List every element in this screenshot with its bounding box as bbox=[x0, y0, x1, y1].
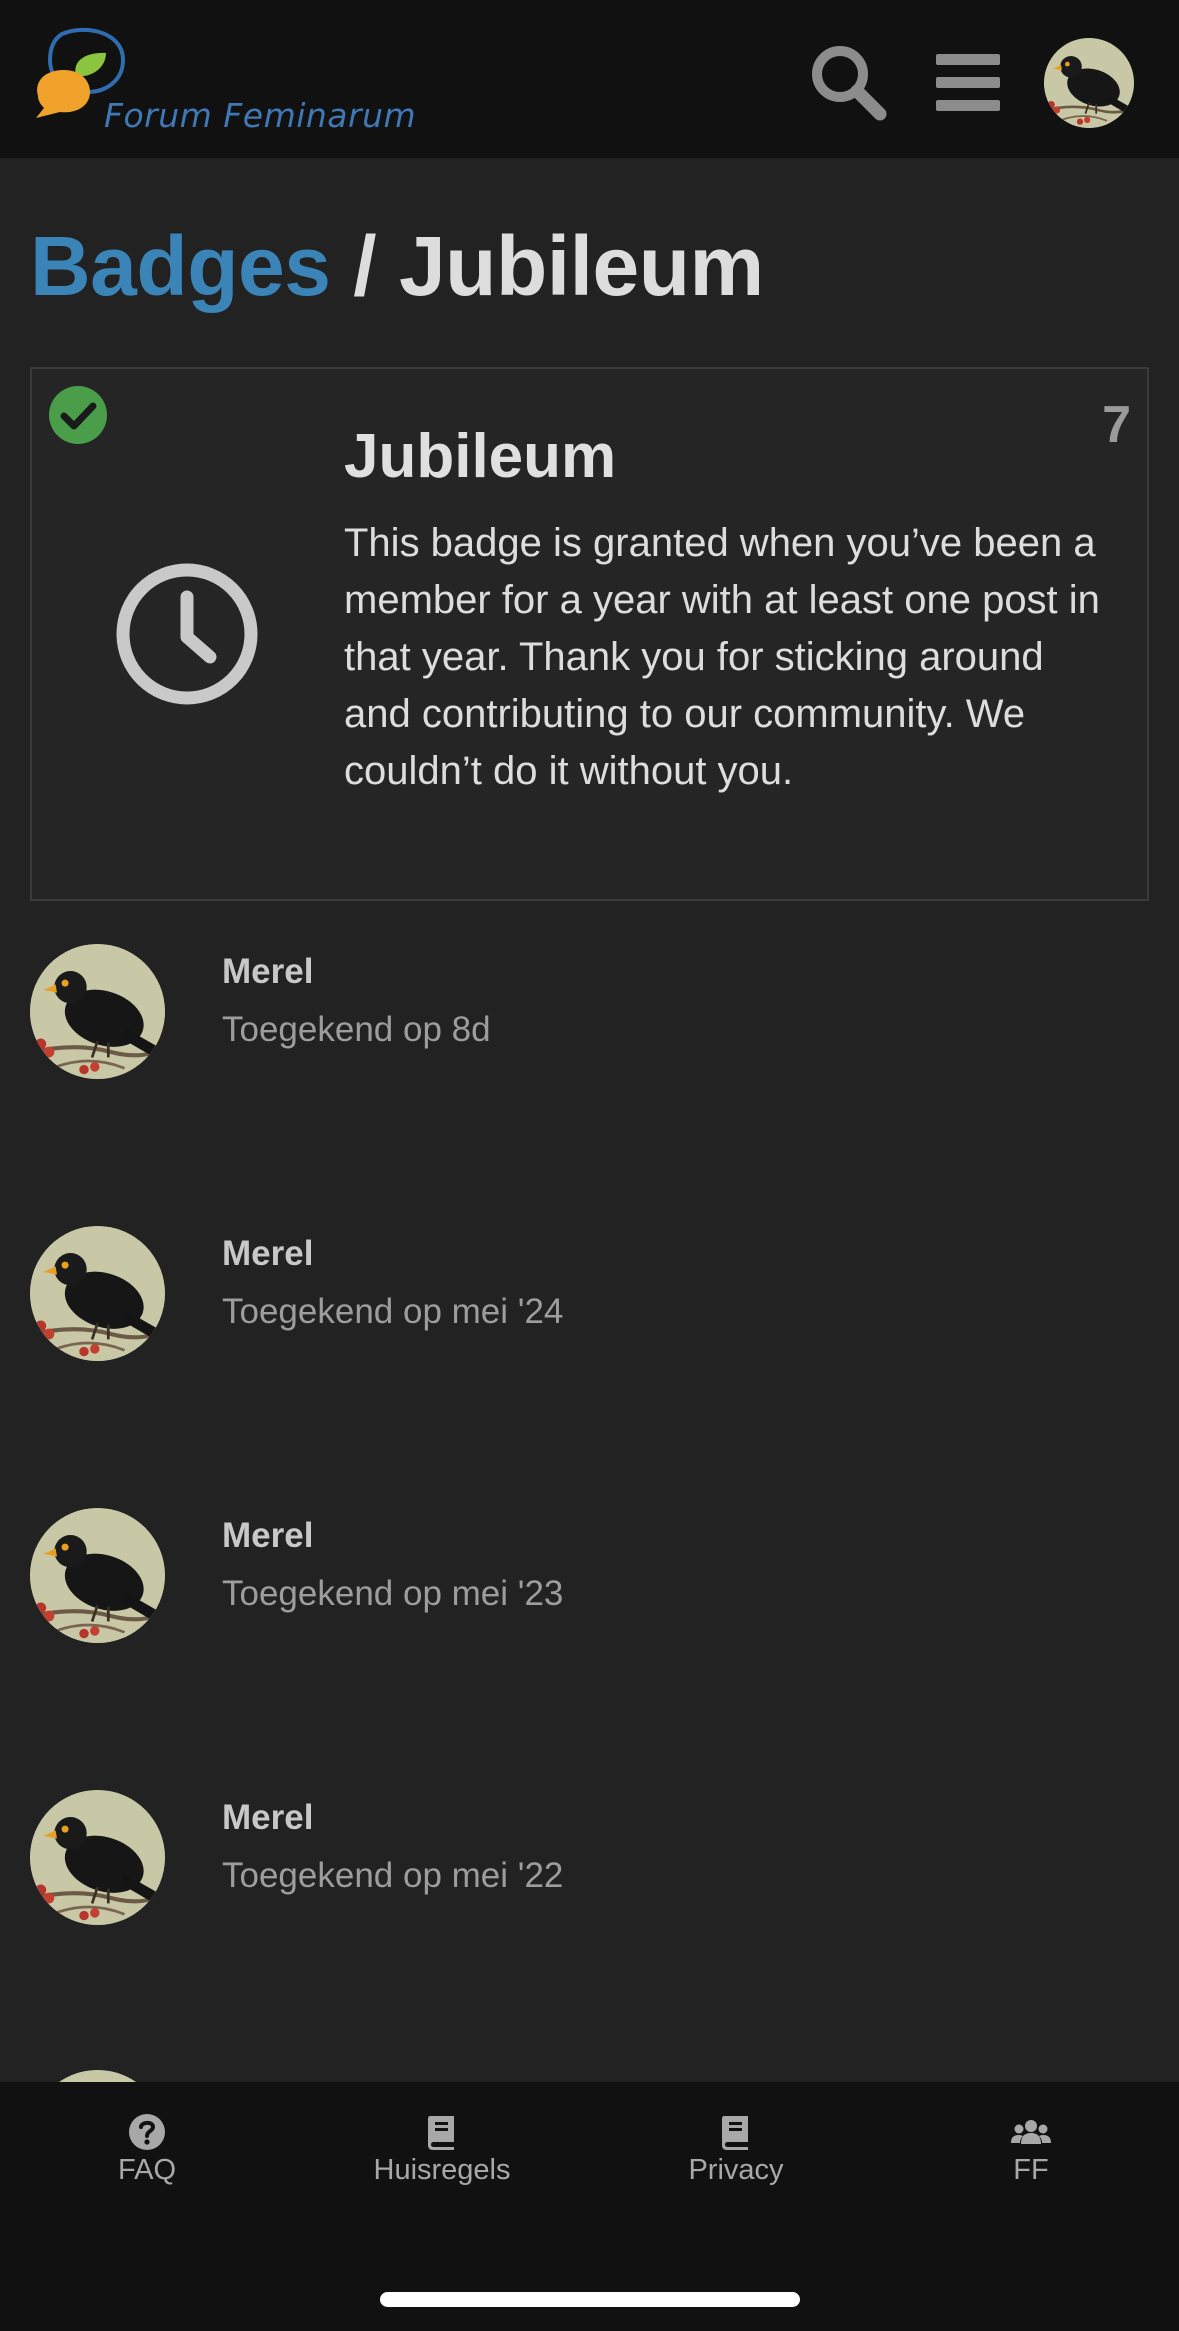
footer-label: Privacy bbox=[688, 2154, 784, 2186]
footer-link-faq[interactable]: FAQ bbox=[47, 2112, 247, 2187]
grant-date: Toegekend op mei '24 bbox=[222, 1292, 564, 1331]
badge-description: This badge is granted when you’ve been a… bbox=[344, 521, 1100, 793]
badge-name: Jubileum bbox=[344, 422, 617, 491]
username-link[interactable]: Merel bbox=[222, 1798, 313, 1838]
avatar-image bbox=[30, 1508, 165, 1643]
home-indicator[interactable] bbox=[380, 2292, 800, 2307]
avatar[interactable] bbox=[30, 944, 165, 1079]
avatar[interactable] bbox=[30, 1790, 165, 1925]
breadcrumb-current: Jubileum bbox=[398, 219, 764, 313]
top-header: Forum Feminarum bbox=[0, 0, 1179, 158]
list-item: Merel Toegekend op mei '23 bbox=[30, 1508, 1149, 1648]
breadcrumb-separator: / bbox=[353, 219, 377, 313]
username-link[interactable]: Merel bbox=[222, 952, 313, 992]
grant-date: Toegekend op mei '23 bbox=[222, 1574, 564, 1613]
avatar[interactable] bbox=[30, 1508, 165, 1643]
footer-link-ff[interactable]: FF bbox=[931, 2112, 1131, 2187]
hamburger-menu-button[interactable] bbox=[926, 40, 1010, 124]
current-user-avatar[interactable] bbox=[1044, 38, 1134, 128]
search-button[interactable] bbox=[806, 40, 890, 124]
grant-date: Toegekend op mei '22 bbox=[222, 1856, 564, 1895]
avatar[interactable] bbox=[30, 1226, 165, 1361]
question-circle-icon bbox=[129, 2114, 165, 2150]
book-icon bbox=[722, 2116, 748, 2150]
footer-link-huisregels[interactable]: Huisregels bbox=[342, 2112, 542, 2187]
username-link[interactable]: Merel bbox=[222, 1516, 313, 1556]
clock-icon bbox=[116, 563, 258, 705]
footer-label: Huisregels bbox=[373, 2154, 511, 2186]
avatar-image bbox=[1044, 38, 1134, 128]
grant-date: Toegekend op 8d bbox=[222, 1010, 491, 1049]
site-name: Forum Feminarum bbox=[104, 96, 417, 135]
page-title: Badges / Jubileum bbox=[30, 218, 764, 315]
footer-label: FAQ bbox=[117, 2154, 176, 2186]
avatar-image bbox=[30, 1790, 165, 1925]
footer-label: FF bbox=[1013, 2154, 1049, 2186]
check-circle-icon bbox=[49, 386, 107, 444]
list-item: Merel Toegekend op mei '24 bbox=[30, 1226, 1149, 1366]
breadcrumb-badges-link[interactable]: Badges bbox=[30, 219, 331, 313]
site-logo[interactable]: Forum Feminarum bbox=[28, 26, 416, 138]
hamburger-menu-icon bbox=[936, 54, 1000, 111]
list-item: Merel Toegekend op 8d bbox=[30, 944, 1149, 1084]
list-item: Merel Toegekend op mei '22 bbox=[30, 1790, 1149, 1930]
avatar-image bbox=[30, 944, 165, 1079]
badge-grant-count: 7 bbox=[1102, 396, 1131, 454]
book-icon bbox=[428, 2116, 454, 2150]
search-icon bbox=[812, 46, 887, 121]
badge-card: 7 Jubileum This badge is granted when yo… bbox=[30, 367, 1149, 901]
avatar-image bbox=[30, 1226, 165, 1361]
username-link[interactable]: Merel bbox=[222, 1234, 313, 1274]
footer-link-privacy[interactable]: Privacy bbox=[636, 2112, 836, 2187]
users-icon bbox=[1011, 2120, 1051, 2144]
